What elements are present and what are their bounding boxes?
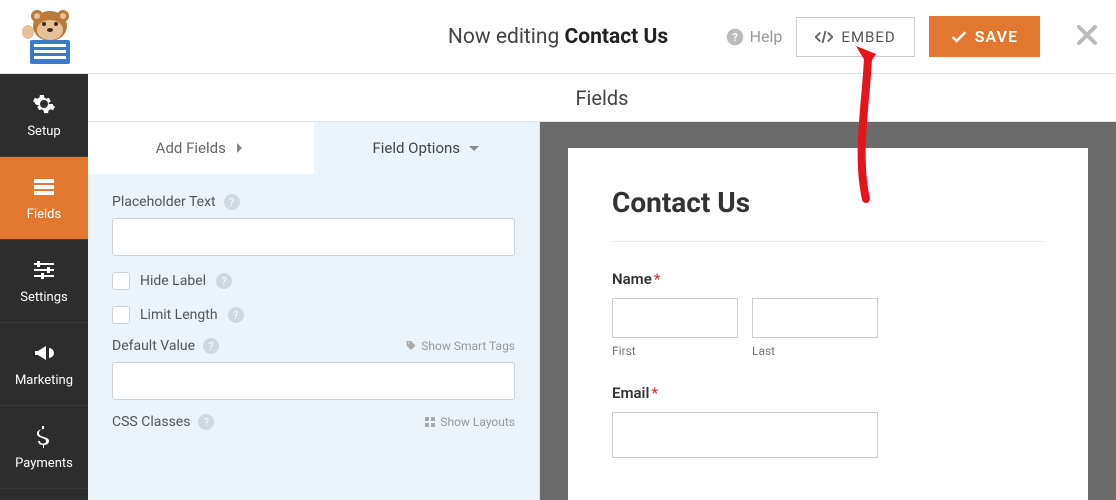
label-text: Limit Length [140, 307, 218, 323]
close-button[interactable] [1058, 20, 1116, 53]
bullhorn-icon [32, 341, 56, 365]
preview-area: Contact Us Name* First Last [540, 122, 1116, 500]
sidebar-label: Marketing [15, 373, 73, 388]
top-actions: ? Help EMBED SAVE [726, 16, 1058, 57]
svg-text:?: ? [732, 30, 738, 43]
save-label: SAVE [975, 27, 1018, 46]
required-marker: * [651, 384, 658, 402]
label-text: Default Value [112, 338, 195, 354]
editing-prefix: Now editing [448, 25, 565, 49]
limit-length-checkbox[interactable] [112, 306, 130, 324]
email-label: Email* [612, 384, 1044, 402]
options-tabs: Add Fields Field Options [88, 122, 539, 174]
label-text: Placeholder Text [112, 194, 216, 210]
sidebar-label: Fields [27, 207, 61, 222]
hide-label-row[interactable]: Hide Label ? [112, 272, 515, 290]
help-icon[interactable]: ? [228, 307, 244, 323]
hide-label-checkbox[interactable] [112, 272, 130, 290]
work-row: Add Fields Field Options Placeholder Tex… [88, 122, 1116, 500]
embed-label: EMBED [841, 28, 895, 46]
editing-label: Now editing Contact Us [448, 25, 668, 49]
sidebar-label: Settings [20, 290, 67, 305]
main-area: Setup Fields Settings Marketing Payments… [0, 74, 1116, 500]
center-column: Fields Add Fields Field Options [88, 74, 1116, 500]
sidebar: Setup Fields Settings Marketing Payments [0, 74, 88, 500]
sidebar-item-payments[interactable]: Payments [0, 406, 88, 489]
embed-button[interactable]: EMBED [796, 17, 914, 57]
placeholder-row: Placeholder Text ? [112, 194, 515, 256]
preview-title: Contact Us [612, 186, 1044, 242]
close-icon [1076, 24, 1098, 46]
app-logo [10, 8, 80, 66]
code-icon [815, 30, 833, 44]
list-icon [32, 175, 56, 199]
help-icon: ? [726, 28, 744, 46]
options-panel: Add Fields Field Options Placeholder Tex… [88, 122, 540, 500]
section-title: Fields [88, 74, 1116, 122]
default-value-row: Default Value ? Show Smart Tags [112, 338, 515, 400]
tag-icon [405, 340, 417, 352]
sidebar-item-marketing[interactable]: Marketing [0, 323, 88, 406]
tab-field-options[interactable]: Field Options [314, 122, 540, 174]
sidebar-item-settings[interactable]: Settings [0, 240, 88, 323]
dollar-icon [32, 424, 56, 448]
default-value-input[interactable] [112, 362, 515, 400]
name-inputs: First Last [612, 298, 1044, 358]
placeholder-input[interactable] [112, 218, 515, 256]
save-button[interactable]: SAVE [929, 16, 1040, 57]
first-name-input[interactable] [612, 298, 738, 338]
check-icon [951, 30, 967, 44]
grid-icon [424, 416, 436, 428]
last-sublabel: Last [752, 344, 878, 358]
sidebar-label: Setup [27, 124, 60, 139]
chevron-right-icon [234, 142, 246, 154]
show-layouts-link[interactable]: Show Layouts [424, 415, 515, 429]
tab-add-fields[interactable]: Add Fields [88, 122, 314, 174]
tab-label: Field Options [372, 139, 460, 157]
label-text: Hide Label [140, 273, 206, 289]
chevron-down-icon [468, 142, 480, 154]
sidebar-item-setup[interactable]: Setup [0, 74, 88, 157]
help-icon[interactable]: ? [203, 338, 219, 354]
form-title: Contact Us [565, 25, 669, 49]
tab-label: Add Fields [156, 139, 226, 157]
first-sublabel: First [612, 344, 738, 358]
css-classes-row: CSS Classes ? Show Layouts [112, 414, 515, 430]
options-form: Placeholder Text ? Hide Label ? Limit Le… [88, 174, 539, 442]
required-marker: * [654, 270, 661, 288]
email-input[interactable] [612, 412, 878, 458]
sidebar-item-fields[interactable]: Fields [0, 157, 88, 240]
help-icon[interactable]: ? [216, 273, 232, 289]
label-text: CSS Classes [112, 414, 190, 430]
placeholder-label-row: Placeholder Text ? [112, 194, 515, 210]
gear-icon [32, 92, 56, 116]
help-icon[interactable]: ? [198, 414, 214, 430]
sidebar-label: Payments [15, 456, 73, 471]
preview-card: Contact Us Name* First Last [568, 148, 1088, 500]
limit-length-row[interactable]: Limit Length ? [112, 306, 515, 324]
help-icon[interactable]: ? [224, 194, 240, 210]
help-link[interactable]: ? Help [726, 27, 783, 46]
name-label: Name* [612, 270, 1044, 288]
last-name-input[interactable] [752, 298, 878, 338]
sliders-icon [32, 258, 56, 282]
smart-tags-link[interactable]: Show Smart Tags [405, 339, 515, 353]
top-bar: Now editing Contact Us ? Help EMBED SAVE [0, 0, 1116, 74]
link-text: Show Smart Tags [421, 339, 515, 353]
link-text: Show Layouts [440, 415, 515, 429]
help-label: Help [750, 27, 783, 46]
